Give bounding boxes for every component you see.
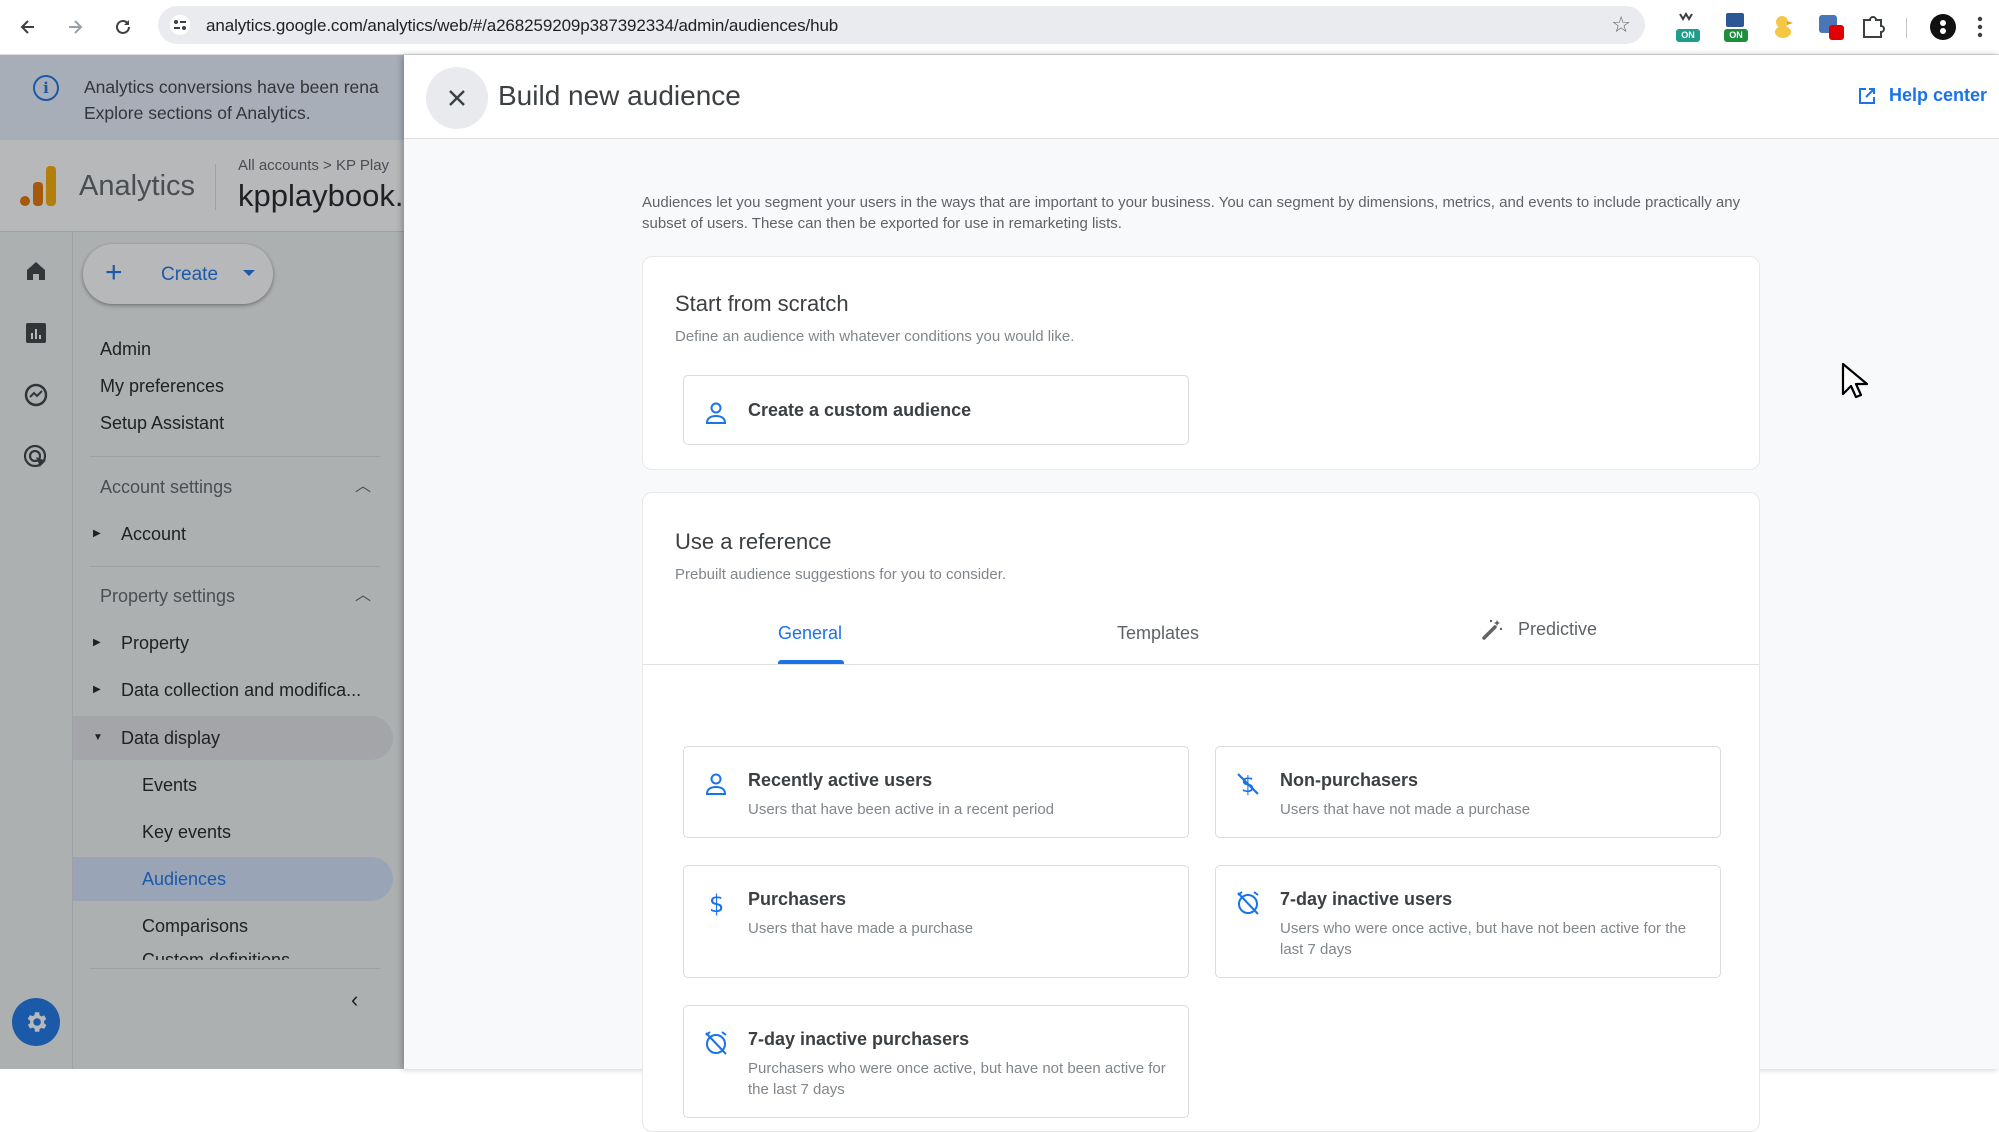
audience-option-7-day-inactive-users[interactable]: 7-day inactive users Users who were once… [1215,865,1721,978]
tab-templates[interactable]: Templates [1117,623,1199,644]
money-off-icon: $ [1234,770,1262,798]
arrow-right-icon [69,20,83,34]
close-button[interactable] [426,67,488,129]
tab-label: Predictive [1518,618,1598,639]
option-title: 7-day inactive purchasers [748,1029,970,1049]
intro-text: Audiences let you segment your users in … [642,194,1741,232]
person-icon [702,399,730,427]
audience-option-recently-active-users[interactable]: Recently active users Users that have be… [683,746,1189,838]
tab-divider [643,664,1759,665]
tab-general[interactable]: General [778,623,842,644]
audience-option-purchasers[interactable]: $ Purchasers Users that have made a purc… [683,865,1189,978]
audience-option-non-purchasers[interactable]: $ Non-purchasers Users that have not mad… [1215,746,1721,838]
extension-4-icon[interactable] [1816,12,1846,42]
scratch-subtitle: Define an audience with whatever conditi… [675,328,1075,345]
modal-scrim[interactable] [0,55,404,1069]
option-title: 7-day inactive users [1280,889,1453,909]
extension-badge: ON [1724,29,1748,42]
custom-audience-label: Create a custom audience [748,400,972,420]
extensions-puzzle-icon[interactable] [1858,12,1888,42]
tab-label: General [778,623,843,643]
option-description: Users that have made a purchase [748,920,974,937]
reload-button[interactable] [108,12,138,42]
reload-icon [116,19,130,34]
extension-2-icon[interactable]: ON [1720,12,1750,42]
open-in-new-icon [1858,87,1875,104]
alarm-off-icon [702,1029,730,1057]
back-button[interactable] [13,12,43,42]
use-a-reference-card: Use a reference Prebuilt audience sugges… [642,492,1760,1132]
panel-header: Build new audience Help center [404,55,1999,139]
audience-option-7-day-inactive-purchasers[interactable]: 7-day inactive purchasers Purchasers who… [683,1005,1189,1118]
option-title: Purchasers [748,889,847,909]
address-bar[interactable]: analytics.google.com/analytics/web/#/a26… [158,6,1645,44]
url-text[interactable]: analytics.google.com/analytics/web/#/a26… [206,16,838,36]
magic-wand-icon [1482,619,1503,640]
build-audience-panel: Build new audience Help center Audiences… [404,55,1999,1132]
scratch-title: Start from scratch [675,291,849,316]
arrow-left-icon [20,20,34,34]
option-description: Purchasers who were once active, but hav… [748,1060,1166,1098]
site-info-icon[interactable] [170,15,190,35]
panel-title: Build new audience [498,80,741,111]
tab-label: Templates [1117,623,1200,643]
mouse-cursor-icon [1841,362,1869,399]
create-custom-audience-button[interactable]: Create a custom audience [683,375,1189,445]
extension-badge: ON [1676,29,1700,42]
option-description: Users that have been active in a recent … [748,801,1055,818]
dollar-icon: $ [702,889,730,917]
extension-1-icon[interactable]: ON [1672,12,1702,42]
bookmark-star-icon[interactable]: ☆ [1611,12,1631,38]
person-icon [702,770,730,798]
forward-button[interactable] [60,12,90,42]
option-description: Users that have not made a purchase [1280,801,1531,818]
browser-menu-icon[interactable] [1975,12,1989,42]
option-title: Recently active users [748,770,933,790]
option-title: Non-purchasers [1280,770,1419,790]
start-from-scratch-card: Start from scratch Define an audience wi… [642,256,1760,470]
tab-predictive[interactable]: Predictive [1480,617,1597,641]
reference-title: Use a reference [675,529,832,554]
option-description: Users who were once active, but have not… [1280,920,1687,958]
extension-3-duck-icon[interactable] [1768,12,1798,42]
svg-text:$: $ [709,890,724,916]
close-icon [449,90,465,106]
toolbar-divider [1906,18,1907,38]
profile-avatar[interactable] [1928,12,1958,42]
reference-subtitle: Prebuilt audience suggestions for you to… [675,566,1007,583]
alarm-off-icon [1234,889,1262,917]
help-center-label: Help center [1888,85,1987,105]
browser-toolbar: analytics.google.com/analytics/web/#/a26… [0,0,1999,55]
help-center-link[interactable]: Help center [1857,85,1987,106]
